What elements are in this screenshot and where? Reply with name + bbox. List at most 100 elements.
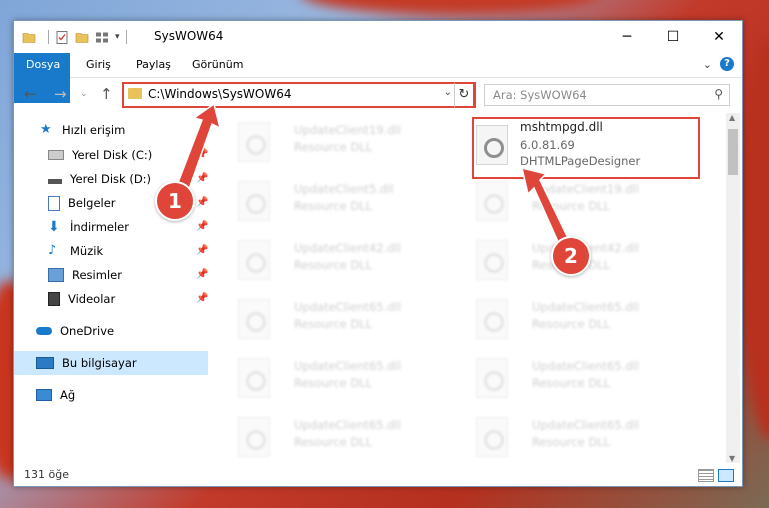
file-name: UpdateClient65.dll: [294, 418, 401, 432]
nav-this-pc-label: Bu bilgisayar: [62, 356, 137, 370]
address-row: ← → ⌄ ↑ C:\Windows\SysWOW64 ⌄ ↻ Ara: Sys…: [14, 78, 742, 110]
folder-icon: [22, 32, 36, 43]
pin-icon[interactable]: 📌: [196, 173, 208, 184]
properties-icon[interactable]: [55, 30, 69, 45]
file-name: UpdateClient19.dll: [294, 123, 401, 137]
file-description: Resource DLL: [294, 199, 373, 213]
list-item[interactable]: UpdateClient65.dll Resource DLL: [224, 295, 454, 345]
address-dropdown-icon[interactable]: ⌄: [444, 87, 452, 98]
nav-quick-access[interactable]: ★ Hızlı erişim: [40, 119, 125, 141]
address-bar[interactable]: C:\Windows\SysWOW64 ⌄: [122, 82, 476, 108]
list-item[interactable]: UpdateClient5.dll Resource DLL: [224, 177, 454, 227]
drive-c-icon: [48, 150, 64, 160]
scroll-down-icon[interactable]: ▼: [729, 454, 735, 463]
nav-network[interactable]: Ağ: [36, 384, 75, 406]
navigation-pane: ★ Hızlı erişim Yerel Disk (C:) 📌 Yerel D…: [14, 113, 210, 463]
close-button[interactable]: ✕: [696, 21, 742, 53]
pin-icon[interactable]: 📌: [196, 269, 208, 280]
download-arrow-icon: ⬇: [48, 219, 60, 235]
dll-file-icon: [238, 122, 270, 162]
view-options-icon[interactable]: [95, 30, 109, 45]
dll-file-icon: [476, 240, 508, 280]
new-folder-icon[interactable]: [75, 30, 89, 45]
nav-item-label: İndirmeler: [70, 220, 129, 234]
list-item[interactable]: UpdateClient65.dll Resource DLL: [462, 295, 692, 345]
explorer-window: ▾ SysWOW64 ─ ☐ ✕ Dosya Giriş Paylaş Görü…: [13, 20, 743, 487]
details-view-icon[interactable]: [698, 469, 714, 482]
list-item[interactable]: UpdateClient65.dll Resource DLL: [462, 413, 692, 463]
video-film-icon: [48, 292, 60, 306]
nav-item-label: Yerel Disk (D:): [70, 172, 152, 186]
minimize-button[interactable]: ─: [604, 21, 650, 53]
maximize-button[interactable]: ☐: [650, 21, 696, 53]
nav-item-belgeler[interactable]: Belgeler: [48, 192, 116, 214]
pin-icon[interactable]: 📌: [196, 149, 208, 160]
file-highlight-box: [472, 117, 700, 179]
list-item[interactable]: UpdateClient42.dll Resource DLL: [224, 236, 454, 286]
refresh-icon: ↻: [458, 87, 470, 102]
file-description: Resource DLL: [294, 140, 373, 154]
nav-item-label: Belgeler: [68, 196, 116, 210]
back-arrow-icon[interactable]: ←: [24, 85, 37, 103]
nav-item-indirmeler[interactable]: ⬇ İndirmeler: [48, 216, 129, 238]
documents-icon: [48, 195, 60, 211]
nav-quick-access-label: Hızlı erişim: [62, 123, 126, 137]
computer-icon: [36, 357, 54, 369]
pin-icon[interactable]: 📌: [196, 293, 208, 304]
tab-giris[interactable]: Giriş: [74, 53, 123, 77]
scroll-up-icon[interactable]: ▲: [729, 113, 735, 122]
nav-item-resimler[interactable]: Resimler: [48, 264, 122, 286]
dll-file-icon: [238, 417, 270, 457]
status-bar: 131 öğe: [14, 465, 742, 485]
nav-onedrive[interactable]: OneDrive: [36, 320, 114, 342]
quick-access-toolbar: ▾: [22, 28, 133, 46]
customize-chevron-icon[interactable]: ▾: [115, 32, 120, 42]
dll-file-icon: [238, 181, 270, 221]
nav-item-videolar[interactable]: Videolar: [48, 288, 115, 310]
ribbon-tabs: Dosya Giriş Paylaş Görünüm ⌄ ?: [14, 53, 742, 103]
file-description: Resource DLL: [532, 317, 611, 331]
list-item[interactable]: UpdateClient19.dll Resource DLL: [462, 177, 692, 227]
file-description: Resource DLL: [294, 317, 373, 331]
list-item[interactable]: UpdateClient19.dll Resource DLL: [224, 118, 454, 168]
nav-item-yerel-disk-c[interactable]: Yerel Disk (C:): [48, 144, 152, 166]
item-count: 131 öğe: [24, 468, 69, 481]
list-item[interactable]: UpdateClient65.dll Resource DLL: [462, 354, 692, 404]
dll-file-icon: [476, 299, 508, 339]
nav-item-muzik[interactable]: ♪ Müzik: [48, 240, 103, 262]
search-placeholder: Ara: SysWOW64: [493, 88, 587, 102]
callout-badge-2: 2: [551, 236, 591, 276]
scrollbar-thumb[interactable]: [728, 129, 738, 175]
music-note-icon: ♪: [48, 243, 57, 258]
nav-onedrive-label: OneDrive: [60, 324, 115, 338]
list-item[interactable]: UpdateClient65.dll Resource DLL: [224, 354, 454, 404]
pin-icon[interactable]: 📌: [196, 245, 208, 256]
recent-chevron-icon[interactable]: ⌄: [80, 89, 88, 99]
nav-item-label: Müzik: [70, 244, 104, 258]
refresh-button[interactable]: ↻: [454, 82, 475, 108]
file-description: Resource DLL: [532, 435, 611, 449]
list-item[interactable]: UpdateClient65.dll Resource DLL: [224, 413, 454, 463]
large-icons-view-icon[interactable]: [718, 469, 734, 482]
vertical-scrollbar[interactable]: ▲ ▼: [726, 113, 740, 463]
up-arrow-icon[interactable]: ↑: [100, 85, 113, 103]
file-description: Resource DLL: [532, 199, 611, 213]
network-icon: [36, 389, 52, 401]
dll-file-icon: [238, 358, 270, 398]
dll-file-icon: [476, 181, 508, 221]
tab-paylas[interactable]: Paylaş: [124, 53, 183, 77]
pictures-icon: [48, 268, 64, 282]
file-description: Resource DLL: [294, 435, 373, 449]
pin-icon[interactable]: 📌: [196, 221, 208, 232]
ribbon-expand-icon[interactable]: ⌄: [703, 58, 712, 71]
help-icon[interactable]: ?: [720, 57, 734, 71]
nav-item-yerel-disk-d[interactable]: Yerel Disk (D:): [48, 168, 151, 190]
address-path: C:\Windows\SysWOW64: [148, 87, 292, 101]
file-name: UpdateClient65.dll: [532, 359, 639, 373]
forward-arrow-icon[interactable]: →: [54, 85, 67, 103]
pin-icon[interactable]: 📌: [196, 197, 208, 208]
nav-this-pc[interactable]: Bu bilgisayar: [36, 352, 137, 374]
tab-gorunum[interactable]: Görünüm: [180, 53, 255, 77]
callout-badge-1: 1: [155, 181, 195, 221]
search-input[interactable]: Ara: SysWOW64 ⚲: [484, 84, 730, 106]
